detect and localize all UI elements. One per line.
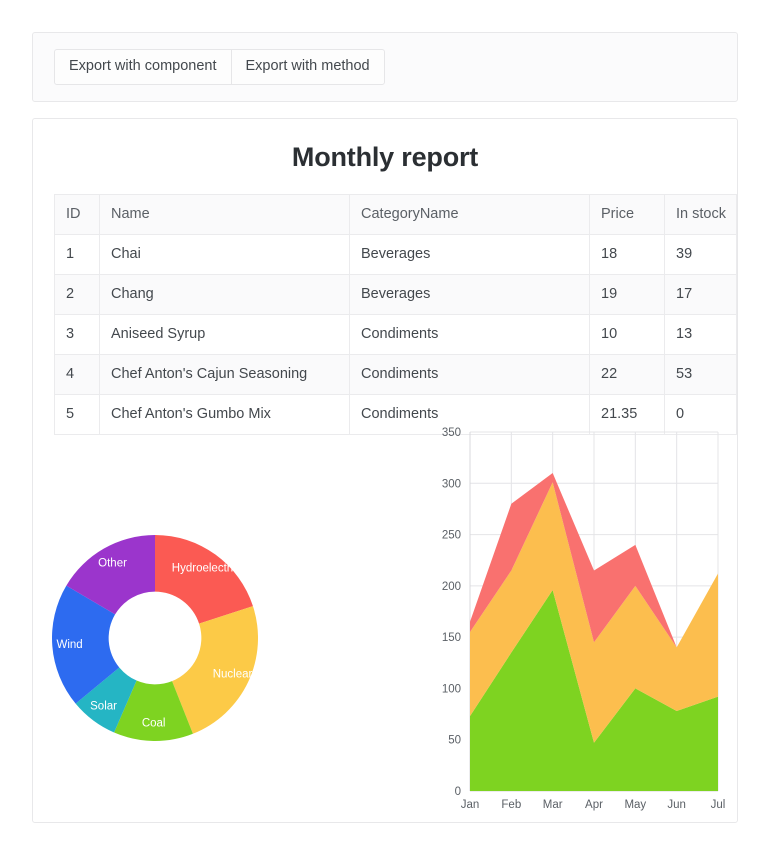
cell-category: Condiments	[350, 355, 590, 395]
report-card: Monthly report ID Name CategoryName Pric…	[32, 118, 738, 823]
x-axis-tick-label: May	[624, 799, 646, 811]
export-with-method-button[interactable]: Export with method	[231, 49, 385, 85]
donut-slice-label: Hydroelectric	[172, 563, 239, 575]
cell-name: Chai	[100, 235, 350, 275]
donut-slice-label: Coal	[142, 718, 166, 730]
y-axis-tick-label: 50	[448, 735, 461, 747]
export-button-group: Export with component Export with method	[33, 33, 737, 101]
cell-price: 10	[590, 315, 665, 355]
column-header-in-stock[interactable]: In stock	[665, 195, 737, 235]
table-row[interactable]: 2 Chang Beverages 19 17	[55, 275, 737, 315]
cell-name: Chef Anton's Cajun Seasoning	[100, 355, 350, 395]
table-row[interactable]: 4 Chef Anton's Cajun Seasoning Condiment…	[55, 355, 737, 395]
cell-category: Beverages	[350, 235, 590, 275]
x-axis-tick-label: Jul	[711, 799, 726, 811]
column-header-id[interactable]: ID	[55, 195, 100, 235]
donut-slice-label: Solar	[90, 701, 117, 713]
cell-id: 3	[55, 315, 100, 355]
donut-slice-label: Nuclear	[213, 669, 253, 681]
x-axis-tick-label: Jan	[461, 799, 480, 811]
cell-price: 22	[590, 355, 665, 395]
cell-in-stock: 53	[665, 355, 737, 395]
column-header-price[interactable]: Price	[590, 195, 665, 235]
cell-category: Beverages	[350, 275, 590, 315]
cell-in-stock: 17	[665, 275, 737, 315]
monthly-area-chart[interactable]: 0 50 100 150 200 250 300 350 Jan Feb Mar Apr May Jun J…	[385, 422, 737, 822]
table-header: ID Name CategoryName Price In stock	[55, 195, 737, 235]
cell-name: Chang	[100, 275, 350, 315]
table-row[interactable]: 3 Aniseed Syrup Condiments 10 13	[55, 315, 737, 355]
column-header-name[interactable]: Name	[100, 195, 350, 235]
x-axis-tick-label: Mar	[543, 799, 563, 811]
donut-slice-label: Other	[98, 558, 127, 570]
cell-price: 19	[590, 275, 665, 315]
cell-id: 1	[55, 235, 100, 275]
app-root: Export with component Export with method…	[0, 0, 770, 854]
cell-category: Condiments	[350, 315, 590, 355]
x-axis-tick-label: Jun	[667, 799, 686, 811]
y-axis-tick-label: 150	[442, 632, 461, 644]
y-axis-tick-label: 250	[442, 530, 461, 542]
column-header-category[interactable]: CategoryName	[350, 195, 590, 235]
donut-slice-label: Wind	[56, 639, 82, 651]
products-table-wrapper: ID Name CategoryName Price In stock 1 Ch…	[33, 194, 737, 435]
table-row[interactable]: 1 Chai Beverages 18 39	[55, 235, 737, 275]
x-axis-tick-label: Feb	[501, 799, 521, 811]
x-axis-tick-label: Apr	[585, 799, 603, 811]
products-table: ID Name CategoryName Price In stock 1 Ch…	[54, 194, 737, 435]
table-body: 1 Chai Beverages 18 39 2 Chang Beverages…	[55, 235, 737, 435]
energy-donut-chart[interactable]: Hydroelectric Nuclear Coal Solar Wind Other	[33, 422, 385, 822]
table-header-row: ID Name CategoryName Price In stock	[55, 195, 737, 235]
export-with-component-button[interactable]: Export with component	[54, 49, 232, 85]
page-title: Monthly report	[33, 119, 737, 194]
y-axis-tick-label: 350	[442, 427, 461, 439]
cell-in-stock: 13	[665, 315, 737, 355]
cell-name: Aniseed Syrup	[100, 315, 350, 355]
cell-id: 2	[55, 275, 100, 315]
cell-id: 4	[55, 355, 100, 395]
charts-row: Hydroelectric Nuclear Coal Solar Wind Other 0…	[33, 422, 737, 822]
y-axis-tick-label: 100	[442, 683, 461, 695]
donut-chart-svg: Hydroelectric Nuclear Coal Solar Wind Other	[33, 422, 385, 822]
y-axis-tick-label: 300	[442, 478, 461, 490]
cell-in-stock: 39	[665, 235, 737, 275]
y-axis-tick-label: 200	[442, 581, 461, 593]
export-toolbar: Export with component Export with method	[32, 32, 738, 102]
cell-price: 18	[590, 235, 665, 275]
donut-slice-hydroelectric[interactable]	[155, 535, 253, 624]
area-chart-svg: 0 50 100 150 200 250 300 350 Jan Feb Mar Apr May Jun J…	[385, 422, 737, 822]
y-axis-tick-label: 0	[455, 786, 461, 798]
